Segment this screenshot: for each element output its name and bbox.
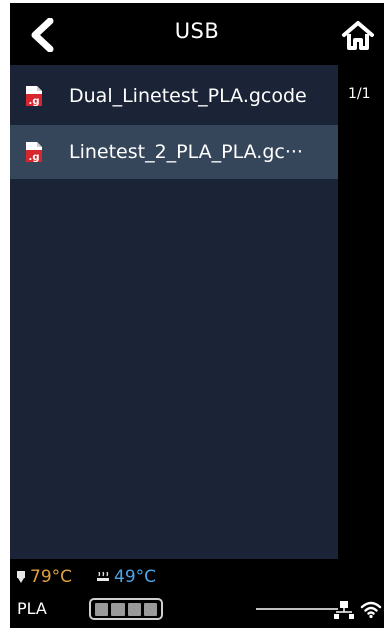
nozzle-temp-value: 79°C	[30, 567, 73, 587]
file-list: .g Dual_Linetest_PLA.gcode .g Linetest_2…	[10, 65, 338, 559]
file-name: Linetest_2_PLA_PLA.gc···	[69, 141, 303, 163]
home-icon	[342, 21, 374, 50]
filament-level-segment	[143, 602, 157, 616]
gcode-file-icon: .g	[26, 86, 42, 107]
gcode-file-icon: .g	[26, 142, 42, 163]
bed-temperature: 49°C	[96, 567, 156, 587]
filament-level-segment	[95, 602, 109, 616]
svg-text:.g: .g	[29, 152, 40, 163]
filament-level-segment	[111, 602, 125, 616]
file-list-item[interactable]: .g Dual_Linetest_PLA.gcode	[10, 69, 338, 123]
file-list-item-selected[interactable]: .g Linetest_2_PLA_PLA.gc···	[10, 125, 338, 179]
nozzle-temperature: 79°C	[16, 567, 72, 587]
printer-screen: USB .g Dual_Linetest_PLA.gcode .g Linete…	[10, 3, 384, 628]
home-button[interactable]	[338, 17, 378, 53]
nozzle-icon	[17, 571, 25, 583]
filament-level-indicator	[89, 598, 163, 620]
ethernet-icon	[256, 601, 354, 619]
filament-level-segment	[127, 602, 141, 616]
header-bar: USB	[10, 3, 384, 65]
status-bar: 79°C 49°C PLA	[10, 559, 384, 628]
svg-text:.g: .g	[29, 96, 40, 107]
page-indicator: 1/1	[348, 86, 371, 102]
file-name: Dual_Linetest_PLA.gcode	[69, 85, 307, 107]
material-label: PLA	[17, 599, 47, 618]
bed-temp-value: 49°C	[114, 567, 157, 587]
page-title: USB	[174, 19, 220, 43]
heated-bed-icon	[97, 571, 109, 581]
wifi-icon	[360, 601, 382, 619]
